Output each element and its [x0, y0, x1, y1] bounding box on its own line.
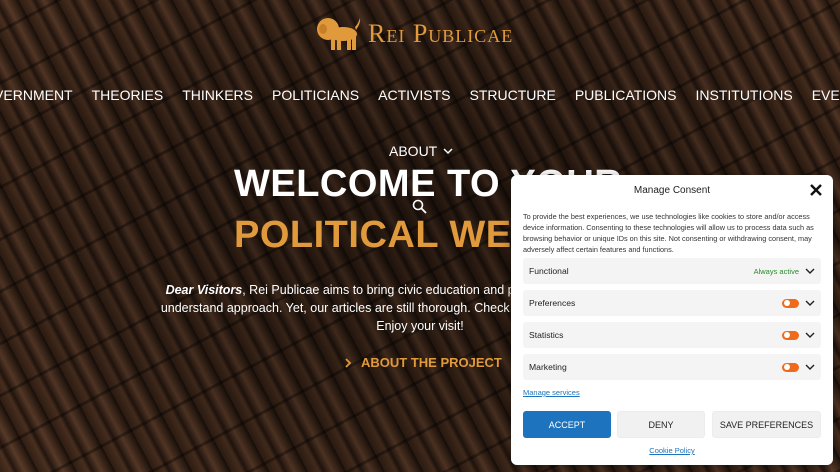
nav-item-publications[interactable]: PUBLICATIONS [565, 86, 686, 104]
close-icon[interactable] [809, 183, 823, 197]
nav-item-politicians[interactable]: POLITICIANS [262, 86, 368, 104]
about-project-link[interactable]: ABOUT THE PROJECT [345, 355, 502, 370]
intro-lead: Dear Visitors [165, 283, 243, 297]
chevron-down-icon[interactable] [805, 332, 815, 339]
category-label: Functional [529, 266, 569, 276]
consent-category-preferences[interactable]: Preferences [523, 290, 821, 316]
nav-item-thinkers[interactable]: THINKERS [173, 86, 263, 104]
consent-category-statistics[interactable]: Statistics [523, 322, 821, 348]
search-icon[interactable] [412, 199, 427, 214]
nav-item-activists[interactable]: ACTIVISTS [369, 86, 460, 104]
site-title: Rei Publicae [368, 19, 514, 48]
category-label: Marketing [529, 362, 567, 372]
marketing-toggle[interactable] [782, 362, 799, 372]
manage-services-link[interactable]: Manage services [523, 388, 580, 397]
chevron-down-icon[interactable] [805, 300, 815, 307]
nav-item-institutions[interactable]: INSTITUTIONS [686, 86, 802, 104]
always-active-status: Always active [753, 266, 799, 276]
accept-button[interactable]: ACCEPT [523, 411, 611, 438]
consent-dialog: Manage Consent To provide the best exper… [511, 175, 833, 465]
cookie-policy-link[interactable]: Cookie Policy [511, 446, 833, 455]
consent-title: Manage Consent [633, 185, 711, 196]
chevron-down-icon[interactable] [805, 268, 815, 275]
about-project-label: ABOUT THE PROJECT [361, 355, 502, 370]
nav-item-about[interactable]: ABOUT [389, 143, 453, 159]
consent-category-functional[interactable]: Functional Always active [523, 258, 821, 284]
chevron-right-icon [345, 357, 352, 368]
about-label: ABOUT [389, 143, 438, 159]
save-preferences-button[interactable]: SAVE PREFERENCES [712, 411, 821, 438]
lion-icon [317, 18, 361, 50]
consent-description: To provide the best experiences, we use … [523, 212, 814, 254]
main-navigation: GOVERNMENT THEORIES THINKERS POLITICIANS… [0, 86, 840, 104]
nav-item-structure[interactable]: STRUCTURE [460, 86, 565, 104]
consent-category-marketing[interactable]: Marketing [523, 354, 821, 380]
deny-button[interactable]: DENY [617, 411, 705, 438]
statistics-toggle[interactable] [782, 330, 799, 340]
category-label: Statistics [529, 330, 564, 340]
nav-item-theories[interactable]: THEORIES [82, 86, 173, 104]
nav-item-government[interactable]: GOVERNMENT [0, 86, 82, 104]
category-label: Preferences [529, 298, 576, 308]
chevron-down-icon[interactable] [805, 364, 815, 371]
site-logo[interactable]: Rei Publicae [314, 14, 513, 54]
nav-item-events[interactable]: EVENTS [802, 86, 840, 104]
chevron-down-icon [443, 148, 453, 155]
preferences-toggle[interactable] [782, 298, 799, 308]
